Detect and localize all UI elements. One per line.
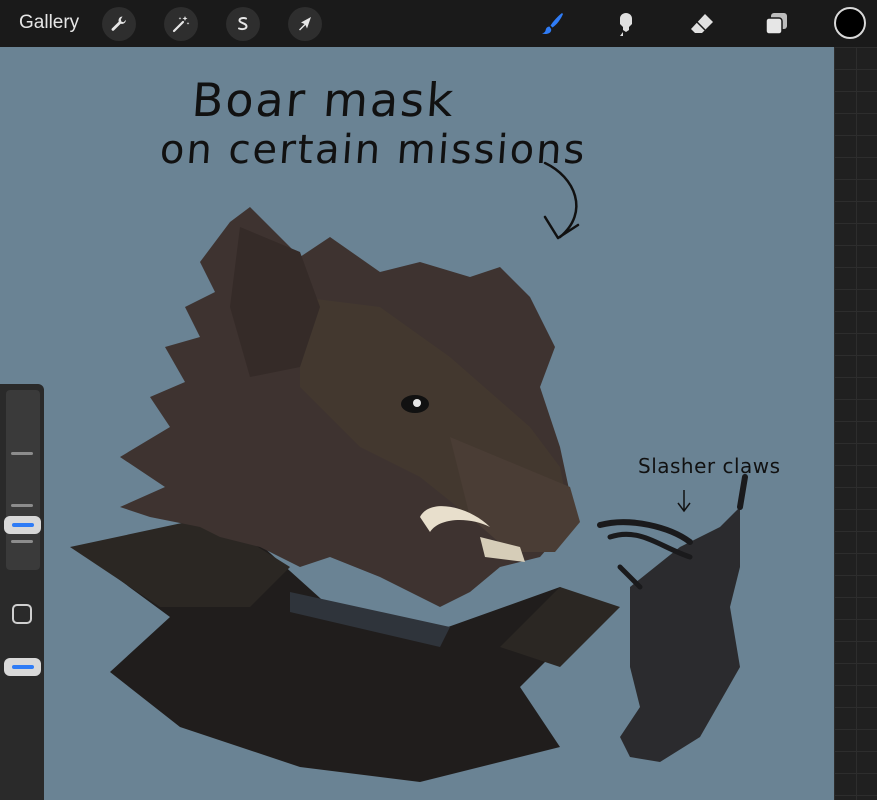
brush-size-slider[interactable] (6, 390, 40, 570)
opacity-thumb[interactable] (4, 658, 41, 676)
caption-certain-missions: on certain missions (158, 127, 589, 173)
brush-icon[interactable] (536, 8, 568, 40)
top-toolbar: Gallery (0, 0, 877, 47)
modify-button[interactable] (12, 604, 32, 624)
transform-arrow-icon[interactable] (288, 7, 322, 41)
layers-icon[interactable] (760, 8, 792, 40)
brush-size-thumb[interactable] (4, 516, 41, 534)
caption-boar-mask: Boar mask (190, 73, 457, 127)
magic-wand-icon[interactable] (164, 7, 198, 41)
wrench-icon[interactable] (102, 7, 136, 41)
canvas-margin-grid (834, 47, 877, 800)
smudge-icon[interactable] (610, 8, 642, 40)
color-picker-button[interactable] (834, 7, 866, 39)
selection-icon[interactable] (226, 7, 260, 41)
caption-slasher-claws: Slasher claws (638, 454, 781, 478)
left-sidebar (0, 384, 44, 800)
eraser-icon[interactable] (686, 8, 718, 40)
gallery-button[interactable]: Gallery (19, 12, 79, 34)
slider-tick (11, 504, 33, 507)
drawing-canvas[interactable]: Boar mask on certain missions Slasher cl… (0, 47, 834, 800)
slider-tick (11, 452, 33, 455)
slider-tick (11, 540, 33, 543)
